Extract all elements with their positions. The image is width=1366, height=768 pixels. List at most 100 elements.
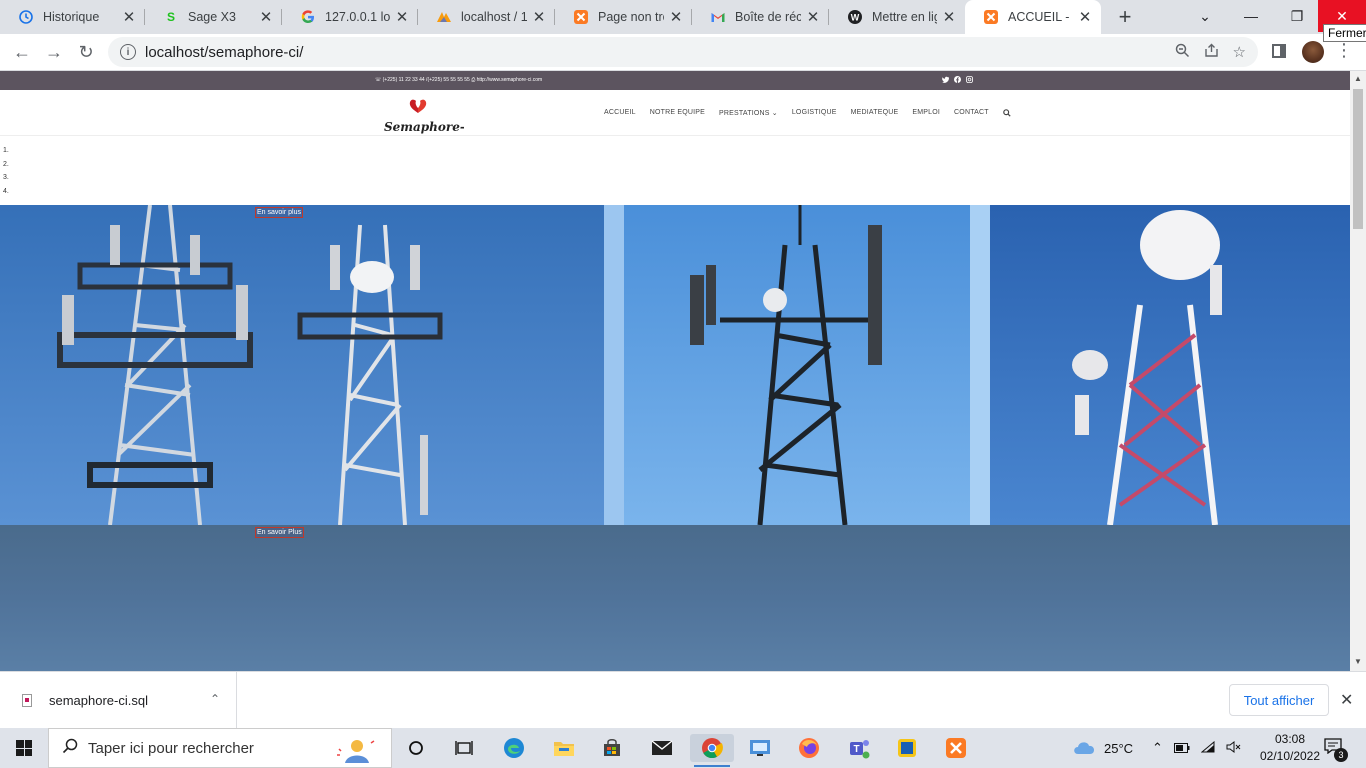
logo-mark-icon bbox=[409, 99, 427, 113]
nav-item-contact[interactable]: CONTACT bbox=[954, 109, 989, 119]
url-text[interactable]: localhost/semaphore-ci/ bbox=[145, 44, 303, 61]
history-icon bbox=[18, 9, 34, 25]
nav-item-logistique[interactable]: LOGISTIQUE bbox=[792, 109, 837, 119]
info-icon[interactable]: i bbox=[120, 44, 136, 60]
nav-item-prestations[interactable]: PRESTATIONS ⌄ bbox=[719, 109, 778, 119]
vm-icon[interactable] bbox=[746, 734, 774, 762]
tab-sage-x3[interactable]: S Sage X3 ✕ bbox=[145, 0, 282, 34]
cortana-icon[interactable] bbox=[402, 734, 430, 762]
reload-icon[interactable]: ↻ bbox=[72, 38, 100, 66]
address-bar[interactable]: i localhost/semaphore-ci/ ☆ bbox=[108, 37, 1258, 67]
notification-count: 3 bbox=[1334, 748, 1348, 762]
minimize-button[interactable]: — bbox=[1228, 0, 1274, 32]
tab-historique[interactable]: Historique ✕ bbox=[0, 0, 145, 34]
close-icon[interactable]: ✕ bbox=[941, 9, 957, 26]
tab-search-button[interactable]: ⌄ bbox=[1182, 0, 1228, 32]
chevron-up-icon[interactable]: ⌃ bbox=[1152, 740, 1163, 756]
chevron-up-icon[interactable]: ⌃ bbox=[210, 692, 220, 706]
volume-muted-icon[interactable] bbox=[1226, 740, 1242, 756]
learn-more-button[interactable]: En savoir plus bbox=[255, 207, 303, 218]
svg-text:T: T bbox=[853, 744, 859, 755]
firefox-icon[interactable] bbox=[795, 734, 823, 762]
windows-taskbar: Taper ici pour rechercher T 25°C ⌃ 03:08… bbox=[0, 728, 1366, 768]
learn-more-button[interactable]: En savoir Plus bbox=[255, 527, 304, 538]
show-all-button[interactable]: Tout afficher bbox=[1229, 684, 1329, 716]
close-icon[interactable]: ✕ bbox=[1077, 9, 1093, 26]
more-menu-icon[interactable]: ⋮ bbox=[1335, 40, 1353, 61]
wifi-icon[interactable] bbox=[1200, 740, 1215, 756]
tab-label: 127.0.0.1 loca bbox=[325, 10, 390, 24]
scrollbar-thumb[interactable] bbox=[1353, 89, 1363, 229]
chrome-icon[interactable] bbox=[690, 734, 734, 767]
system-clock[interactable]: 03:08 02/10/2022 bbox=[1258, 731, 1322, 765]
battery-icon[interactable] bbox=[1173, 741, 1190, 756]
tab-accueil[interactable]: ACCUEIL - sem ✕ bbox=[965, 0, 1101, 34]
tab-label: Mettre en lign bbox=[872, 10, 937, 24]
side-panel-icon[interactable] bbox=[1272, 44, 1286, 58]
restore-button[interactable]: ❐ bbox=[1274, 0, 1320, 32]
download-filename[interactable]: semaphore-ci.sql bbox=[49, 693, 148, 708]
tab-label: Sage X3 bbox=[188, 10, 236, 24]
close-icon[interactable]: ✕ bbox=[121, 9, 137, 26]
taskbar-search[interactable]: Taper ici pour rechercher bbox=[48, 728, 392, 768]
share-icon[interactable] bbox=[1204, 43, 1219, 62]
page-scrollbar[interactable]: ▲ ▼ bbox=[1350, 71, 1366, 671]
store-icon[interactable] bbox=[598, 734, 626, 762]
nav-item-emploi[interactable]: EMPLOI bbox=[912, 109, 940, 119]
twitter-icon[interactable] bbox=[942, 76, 949, 85]
back-arrow-icon[interactable]: ← bbox=[8, 38, 36, 66]
virtualbox-icon[interactable] bbox=[893, 734, 921, 762]
nav-item-mediateque[interactable]: MEDIATEQUE bbox=[851, 109, 899, 119]
mail-icon[interactable] bbox=[648, 734, 676, 762]
scroll-up-icon[interactable]: ▲ bbox=[1354, 74, 1362, 83]
facebook-icon[interactable] bbox=[954, 76, 961, 85]
close-icon[interactable]: ✕ bbox=[394, 9, 410, 26]
close-icon[interactable]: ✕ bbox=[1340, 690, 1353, 710]
weather-widget[interactable]: 25°C bbox=[1072, 728, 1133, 768]
tab-gmail[interactable]: Boîte de récep ✕ bbox=[692, 0, 829, 34]
tab-mettre-en-ligne[interactable]: W Mettre en lign ✕ bbox=[829, 0, 965, 34]
teams-icon[interactable]: T bbox=[845, 734, 873, 762]
search-icon bbox=[62, 738, 78, 759]
clock-date: 02/10/2022 bbox=[1259, 749, 1321, 763]
logo-text: Semaphore-ci bbox=[384, 120, 464, 134]
google-icon bbox=[300, 9, 316, 25]
tab-page-non-trouvee[interactable]: Page non trou ✕ bbox=[555, 0, 692, 34]
close-icon[interactable]: ✕ bbox=[668, 9, 684, 26]
tab-127-0-0-1[interactable]: 127.0.0.1 loca ✕ bbox=[282, 0, 418, 34]
site-logo[interactable]: Semaphore-ci bbox=[384, 96, 464, 136]
carousel-indicator[interactable]: 1. bbox=[3, 144, 9, 158]
site-header: Semaphore-ci ACCUEIL NOTRE EQUIPE PRESTA… bbox=[0, 90, 1350, 136]
zoom-icon[interactable] bbox=[1175, 43, 1190, 62]
download-shelf: semaphore-ci.sql ⌃ Tout afficher ✕ bbox=[0, 671, 1366, 728]
xampp-icon[interactable] bbox=[942, 734, 970, 762]
search-icon[interactable] bbox=[1002, 109, 1011, 119]
scroll-down-icon[interactable]: ▼ bbox=[1354, 657, 1362, 666]
file-explorer-icon[interactable] bbox=[550, 734, 578, 762]
close-icon[interactable]: ✕ bbox=[805, 9, 821, 26]
instagram-icon[interactable] bbox=[966, 76, 973, 85]
tab-label: ACCUEIL - sem bbox=[1008, 10, 1073, 24]
carousel-indicator[interactable]: 3. bbox=[3, 171, 9, 185]
tab-phpmyadmin[interactable]: localhost / 12 ✕ bbox=[418, 0, 555, 34]
nav-item-accueil[interactable]: ACCUEIL bbox=[604, 109, 636, 119]
edge-icon[interactable] bbox=[500, 734, 528, 762]
xampp-icon bbox=[983, 9, 999, 25]
main-nav: ACCUEIL NOTRE EQUIPE PRESTATIONS ⌄ LOGIS… bbox=[604, 109, 1025, 119]
forward-arrow-icon[interactable]: → bbox=[40, 38, 68, 66]
xampp-icon bbox=[573, 9, 589, 25]
new-tab-button[interactable]: + bbox=[1107, 0, 1143, 34]
gmail-icon bbox=[710, 9, 726, 25]
close-icon[interactable]: ✕ bbox=[531, 9, 547, 26]
task-view-icon[interactable] bbox=[450, 734, 478, 762]
close-icon[interactable]: ✕ bbox=[258, 9, 274, 26]
nav-item-notre-equipe[interactable]: NOTRE EQUIPE bbox=[650, 109, 705, 119]
site-topbar: ☏ (+225) 11 22 33 44 /(+225) 55 55 55 55… bbox=[0, 71, 1350, 90]
avatar[interactable] bbox=[1302, 41, 1324, 63]
start-button[interactable] bbox=[0, 728, 48, 768]
bookmark-star-icon[interactable]: ☆ bbox=[1233, 43, 1246, 61]
download-item[interactable]: semaphore-ci.sql ⌃ bbox=[0, 672, 237, 728]
contact-info: ☏ (+225) 11 22 33 44 /(+225) 55 55 55 55… bbox=[375, 77, 543, 83]
carousel-indicator[interactable]: 2. bbox=[3, 158, 9, 172]
carousel-indicator[interactable]: 4. bbox=[3, 185, 9, 199]
